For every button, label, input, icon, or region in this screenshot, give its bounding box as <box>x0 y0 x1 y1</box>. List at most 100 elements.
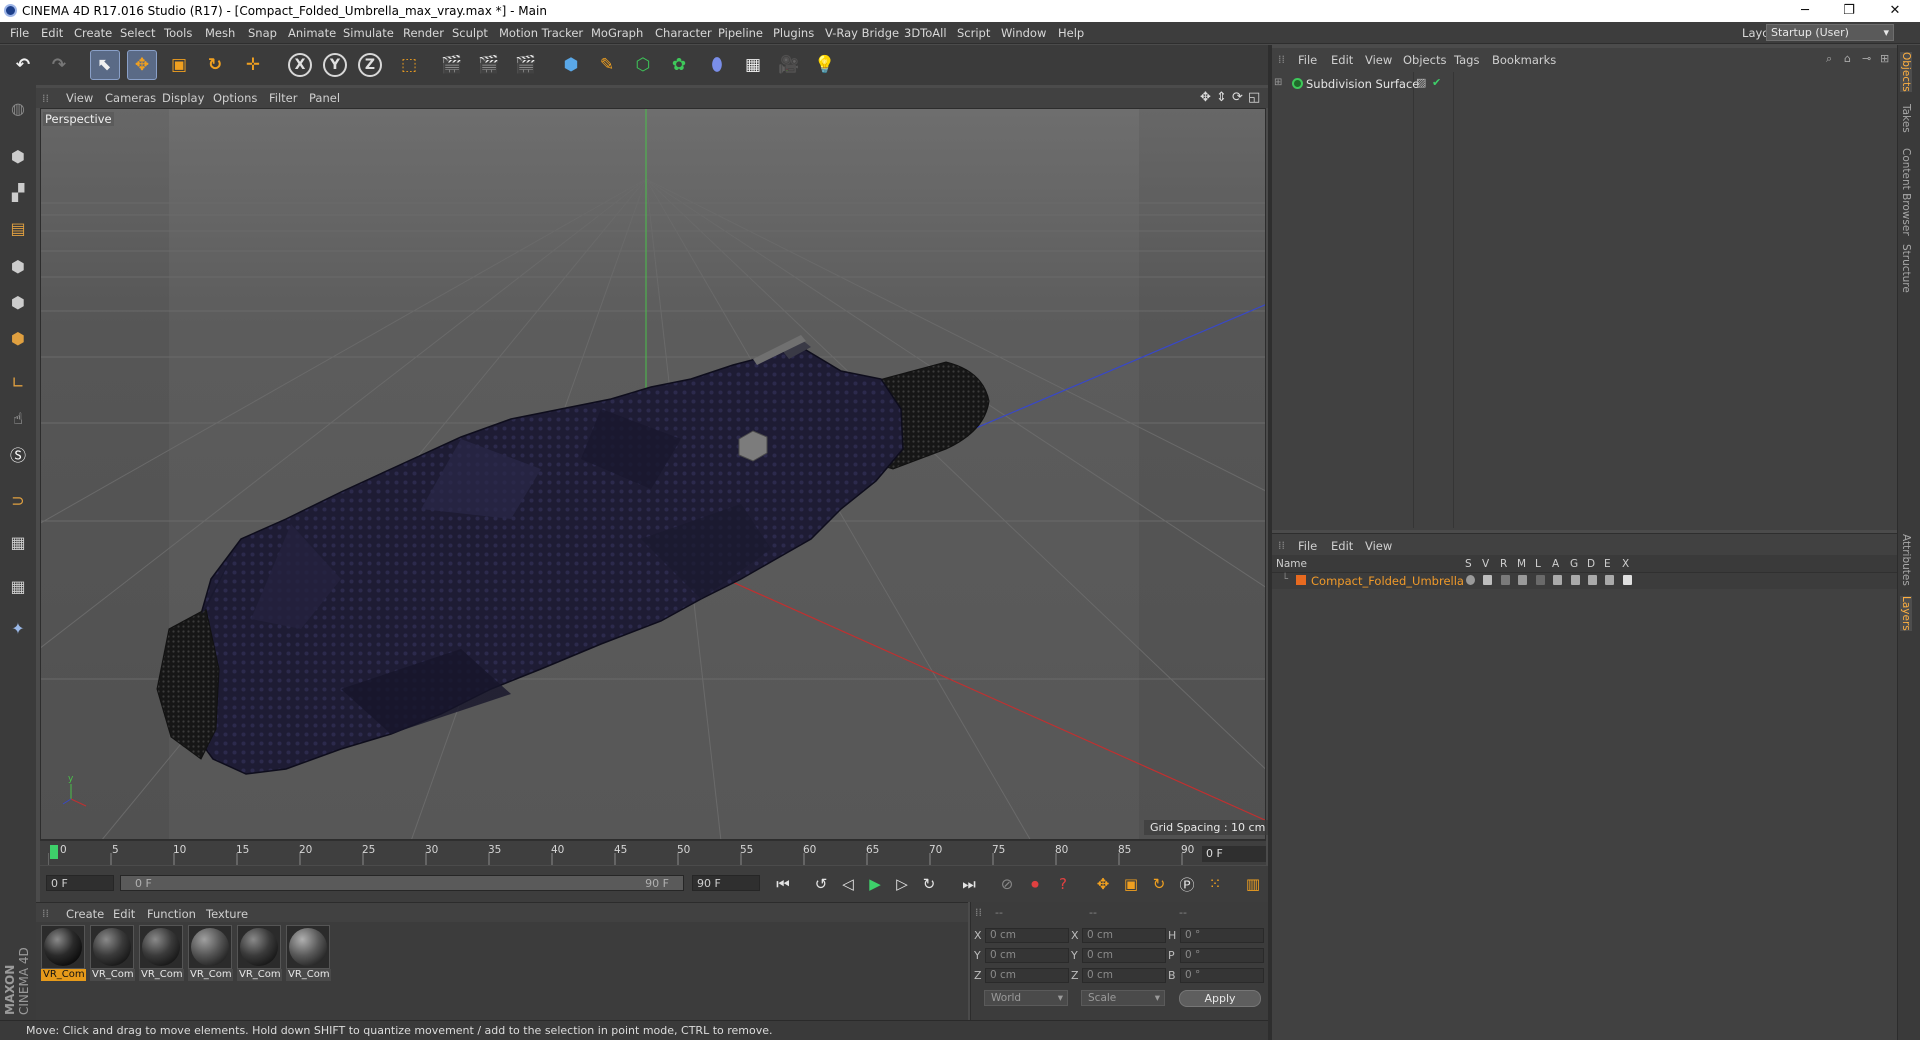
goto-next-key-icon[interactable]: ↻ <box>916 871 942 897</box>
deformer-icon[interactable]: ⬮ <box>702 50 732 80</box>
start-frame-field[interactable]: 0 F <box>46 875 114 891</box>
menu-snap[interactable]: Snap <box>248 26 277 40</box>
key-parameter-icon[interactable]: Ⓟ <box>1174 871 1200 897</box>
axis-mode-icon[interactable]: ∟ <box>3 367 33 397</box>
menu-plugins[interactable]: Plugins <box>773 26 814 40</box>
solo-toggle-icon[interactable] <box>1466 575 1475 585</box>
viewport-menu-view[interactable]: View <box>66 91 93 105</box>
edges-mode-icon[interactable]: ⬢ <box>3 287 33 317</box>
menu-simulate[interactable]: Simulate <box>343 26 394 40</box>
previous-frame-icon[interactable]: ◁ <box>835 871 861 897</box>
live-selection-icon[interactable]: ⬉ <box>90 50 120 80</box>
subdivision-surface-icon[interactable]: ⬡ <box>628 50 658 80</box>
scale-tool-icon[interactable]: ▣ <box>164 50 194 80</box>
menu-script[interactable]: Script <box>957 26 990 40</box>
viewport-menu-display[interactable]: Display <box>162 91 204 105</box>
floor-icon[interactable]: ▦ <box>738 50 768 80</box>
autokeying-icon[interactable]: ? <box>1050 871 1076 897</box>
viewport-camera-label[interactable]: Perspective <box>43 112 114 126</box>
render-settings-icon[interactable]: 🎬 <box>511 50 541 80</box>
material-swatch[interactable]: VR_Com <box>237 925 282 981</box>
menu-motion-tracker[interactable]: Motion Tracker <box>499 26 583 40</box>
objects-menu-view[interactable]: View <box>1365 53 1392 67</box>
size-x-field[interactable]: 0 cm <box>1082 928 1166 943</box>
recent-tool-icon[interactable]: ✛ <box>238 50 268 80</box>
key-pla-icon[interactable]: ⁙ <box>1202 871 1228 897</box>
rot-h-field[interactable]: 0 ° <box>1180 928 1264 943</box>
search-icon[interactable]: ⌕ <box>1826 52 1832 66</box>
home-icon[interactable]: ⌂ <box>1844 52 1851 65</box>
size-z-field[interactable]: 0 cm <box>1082 968 1166 983</box>
goto-end-icon[interactable]: ⏭ <box>956 871 982 897</box>
menu-edit[interactable]: Edit <box>41 26 63 40</box>
key-position-icon[interactable]: ✥ <box>1090 871 1116 897</box>
move-tool-icon[interactable]: ✥ <box>127 50 157 80</box>
rot-b-field[interactable]: 0 ° <box>1180 968 1264 983</box>
pos-x-field[interactable]: 0 cm <box>985 928 1069 943</box>
x-axis-lock[interactable]: X <box>285 50 315 80</box>
objects-menu-file[interactable]: File <box>1298 53 1317 67</box>
tab-content-browser[interactable]: Content Browser <box>1900 148 1912 236</box>
layers-menu-edit[interactable]: Edit <box>1331 539 1353 553</box>
edit-checkbox-icon[interactable]: ▨ <box>1416 76 1426 89</box>
viewport-zoom-icon[interactable]: ⇕ <box>1216 90 1227 105</box>
tab-structure[interactable]: Structure <box>1900 244 1912 293</box>
playhead-marker[interactable] <box>50 845 58 859</box>
column-expressions[interactable]: E <box>1604 558 1611 570</box>
generator-icon[interactable] <box>1571 575 1580 585</box>
material-menu-function[interactable]: Function <box>147 907 196 921</box>
size-y-field[interactable]: 0 cm <box>1082 948 1166 963</box>
menu-tools[interactable]: Tools <box>164 26 192 40</box>
material-menu-create[interactable]: Create <box>66 907 104 921</box>
points-mode-icon[interactable]: ⬢ <box>3 251 33 281</box>
menu-help[interactable]: Help <box>1058 26 1084 40</box>
column-xref[interactable]: X <box>1622 558 1629 570</box>
viewport-menu-panel[interactable]: Panel <box>309 91 340 105</box>
viewport-maximize-icon[interactable]: ◱ <box>1248 90 1260 105</box>
menu-render[interactable]: Render <box>403 26 444 40</box>
menu-3dtoall[interactable]: 3DToAll <box>904 26 947 40</box>
viewport-rotate-icon[interactable]: ⟳ <box>1232 90 1243 105</box>
model-mode-icon[interactable]: ⬢ <box>3 141 33 171</box>
rot-p-field[interactable]: 0 ° <box>1180 948 1264 963</box>
column-generators[interactable]: G <box>1570 558 1578 570</box>
menu-animate[interactable]: Animate <box>288 26 336 40</box>
new-panel-icon[interactable]: ⊞ <box>1880 52 1889 65</box>
cloner-icon[interactable]: ✿ <box>664 50 694 80</box>
layer-name[interactable]: Compact_Folded_Umbrella <box>1311 574 1464 588</box>
goto-previous-key-icon[interactable]: ↺ <box>808 871 834 897</box>
objects-menu-tags[interactable]: Tags <box>1454 53 1479 67</box>
next-frame-icon[interactable]: ▷ <box>889 871 915 897</box>
coordinate-system-icon[interactable]: ⬚ <box>394 50 424 80</box>
objects-menu-edit[interactable]: Edit <box>1331 53 1353 67</box>
menu-sculpt[interactable]: Sculpt <box>452 26 488 40</box>
menu-create[interactable]: Create <box>74 26 112 40</box>
polygons-mode-icon[interactable]: ⬢ <box>3 323 33 353</box>
expression-icon[interactable] <box>1605 575 1614 585</box>
expand-icon[interactable]: ⊞ <box>1274 77 1282 88</box>
play-forward-icon[interactable]: ▶ <box>862 871 888 897</box>
apply-button[interactable]: Apply <box>1179 990 1261 1007</box>
column-manager[interactable]: M <box>1517 558 1526 570</box>
rotate-tool-icon[interactable]: ↻ <box>200 50 230 80</box>
enabled-check-icon[interactable]: ✔ <box>1432 76 1441 89</box>
umbrella-model[interactable] <box>41 109 1266 840</box>
column-name[interactable]: Name <box>1276 558 1307 570</box>
column-locked[interactable]: L <box>1535 558 1541 570</box>
render-clapper-icon[interactable] <box>1501 575 1510 585</box>
viewport-menu-cameras[interactable]: Cameras <box>105 91 156 105</box>
timeline-ruler[interactable]: 0 5 10 15 20 25 30 35 40 45 50 55 60 65 … <box>40 840 1266 865</box>
material-swatch[interactable]: VR_Com <box>188 925 233 981</box>
menu-select[interactable]: Select <box>120 26 155 40</box>
key-rotation-icon[interactable]: ↻ <box>1146 871 1172 897</box>
viewport-menu-filter[interactable]: Filter <box>269 91 297 105</box>
current-frame-field[interactable]: 0 F <box>1202 846 1266 862</box>
menu-window[interactable]: Window <box>1001 26 1046 40</box>
light-icon[interactable]: 💡 <box>810 50 840 80</box>
viewport-move-icon[interactable]: ✥ <box>1200 90 1211 105</box>
menu-mograph[interactable]: MoGraph <box>591 26 643 40</box>
z-axis-lock[interactable]: Z <box>355 50 385 80</box>
python-icon[interactable]: ✦ <box>3 613 33 643</box>
workplane-lock-icon[interactable]: ▦ <box>3 527 33 557</box>
minimize-button[interactable]: ─ <box>1782 0 1828 22</box>
